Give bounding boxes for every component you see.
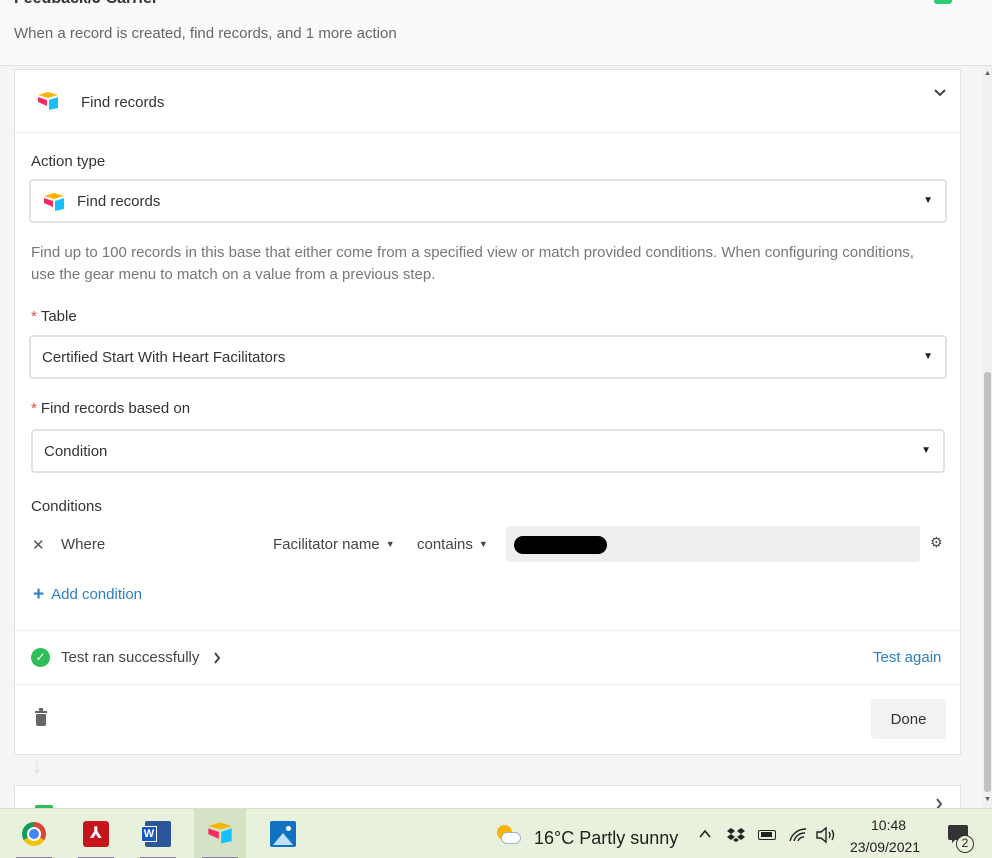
wifi-icon[interactable] xyxy=(789,827,807,843)
taskbar-chrome[interactable] xyxy=(8,809,60,858)
condition-operator-value: contains xyxy=(417,536,473,553)
volume-icon[interactable] xyxy=(815,826,837,844)
chevron-right-icon[interactable] xyxy=(213,652,221,664)
done-button[interactable]: Done xyxy=(871,699,946,739)
redacted-value xyxy=(514,536,607,554)
condition-operator-select[interactable]: contains ▼ xyxy=(417,536,488,553)
dropbox-icon[interactable] xyxy=(727,827,745,843)
status-toggle[interactable] xyxy=(934,0,952,4)
action-description: Find up to 100 records in this base that… xyxy=(31,244,914,283)
caret-down-icon: ▼ xyxy=(921,445,931,456)
based-on-label: * Find records based on xyxy=(31,400,190,417)
condition-field-value: Facilitator name xyxy=(273,536,380,553)
notification-count: 2 xyxy=(956,835,974,853)
scroll-down-arrow[interactable]: ▼ xyxy=(984,796,991,803)
clock-date[interactable]: 23/09/2021 xyxy=(850,839,920,855)
add-condition-button[interactable]: + Add condition xyxy=(33,584,142,606)
table-label-text: Table xyxy=(40,308,77,325)
weather-icon[interactable] xyxy=(495,825,521,845)
caret-down-icon: ▼ xyxy=(385,539,395,549)
divider xyxy=(15,630,960,631)
gear-icon[interactable]: ⚙ xyxy=(930,534,943,551)
condition-value-input[interactable] xyxy=(506,526,920,562)
chevron-down-icon[interactable] xyxy=(933,88,947,98)
top-strip: Feedback/J Carrier When a record is crea… xyxy=(0,0,992,66)
photos-icon xyxy=(270,821,296,847)
test-status[interactable]: Test ran successfully xyxy=(61,649,199,666)
airtable-logo-icon xyxy=(44,193,64,211)
plus-icon: + xyxy=(33,584,45,605)
taskbar-acrobat[interactable]: ⅄ xyxy=(70,809,122,858)
airtable-logo-icon xyxy=(38,92,58,110)
trash-icon[interactable] xyxy=(35,708,47,726)
divider xyxy=(15,684,960,685)
chrome-icon xyxy=(22,822,46,846)
windows-taskbar: ⅄ W 16°C Partly sunny 10:48 23/09/2021 2 xyxy=(0,808,992,858)
taskbar-photos[interactable] xyxy=(256,809,308,858)
scrollbar-thumb[interactable] xyxy=(984,372,991,792)
automation-title: Feedback/J Carrier xyxy=(14,0,158,8)
required-marker: * xyxy=(31,308,37,325)
action-type-select[interactable]: Find records ▼ xyxy=(29,179,947,223)
required-marker: * xyxy=(31,400,37,417)
chevron-up-icon[interactable] xyxy=(698,829,712,839)
condition-where: Where xyxy=(61,536,106,553)
table-value: Certified Start With Heart Facilitators xyxy=(42,349,286,366)
clock-time[interactable]: 10:48 xyxy=(871,817,906,833)
taskbar-airtable[interactable] xyxy=(194,809,246,858)
arrow-down-icon: ↓ xyxy=(31,752,43,779)
check-circle-icon: ✓ xyxy=(31,648,50,667)
airtable-logo-icon xyxy=(208,822,232,844)
based-on-select[interactable]: Condition ▼ xyxy=(31,429,945,473)
weather-text[interactable]: 16°C Partly sunny xyxy=(534,828,678,849)
remove-condition-icon[interactable]: ✕ xyxy=(32,536,45,554)
condition-field-select[interactable]: Facilitator name ▼ xyxy=(273,536,395,553)
find-records-step-card: Find records Action type Find records ▼ … xyxy=(14,69,961,755)
taskbar-word[interactable]: W xyxy=(132,809,184,858)
action-type-value: Find records xyxy=(77,193,161,210)
scroll-up-arrow[interactable]: ▲ xyxy=(984,70,991,77)
word-icon: W xyxy=(141,821,171,847)
based-on-label-text: Find records based on xyxy=(40,400,191,417)
battery-icon[interactable] xyxy=(758,830,776,840)
step-title: Find records xyxy=(81,94,165,111)
test-again-link[interactable]: Test again xyxy=(873,649,941,666)
action-type-label: Action type xyxy=(31,153,106,170)
table-label: * Table xyxy=(31,308,77,325)
automation-summary: When a record is created, find records, … xyxy=(14,25,397,42)
acrobat-icon: ⅄ xyxy=(83,821,109,847)
caret-down-icon: ▼ xyxy=(923,195,933,206)
table-select[interactable]: Certified Start With Heart Facilitators … xyxy=(29,335,947,379)
conditions-label: Conditions xyxy=(31,498,102,515)
notification-icon[interactable]: 2 xyxy=(948,825,974,853)
caret-down-icon: ▼ xyxy=(923,351,933,362)
caret-down-icon: ▼ xyxy=(478,539,488,549)
step-header[interactable]: Find records xyxy=(15,70,960,133)
add-condition-label: Add condition xyxy=(51,586,143,603)
based-on-value: Condition xyxy=(44,443,108,460)
